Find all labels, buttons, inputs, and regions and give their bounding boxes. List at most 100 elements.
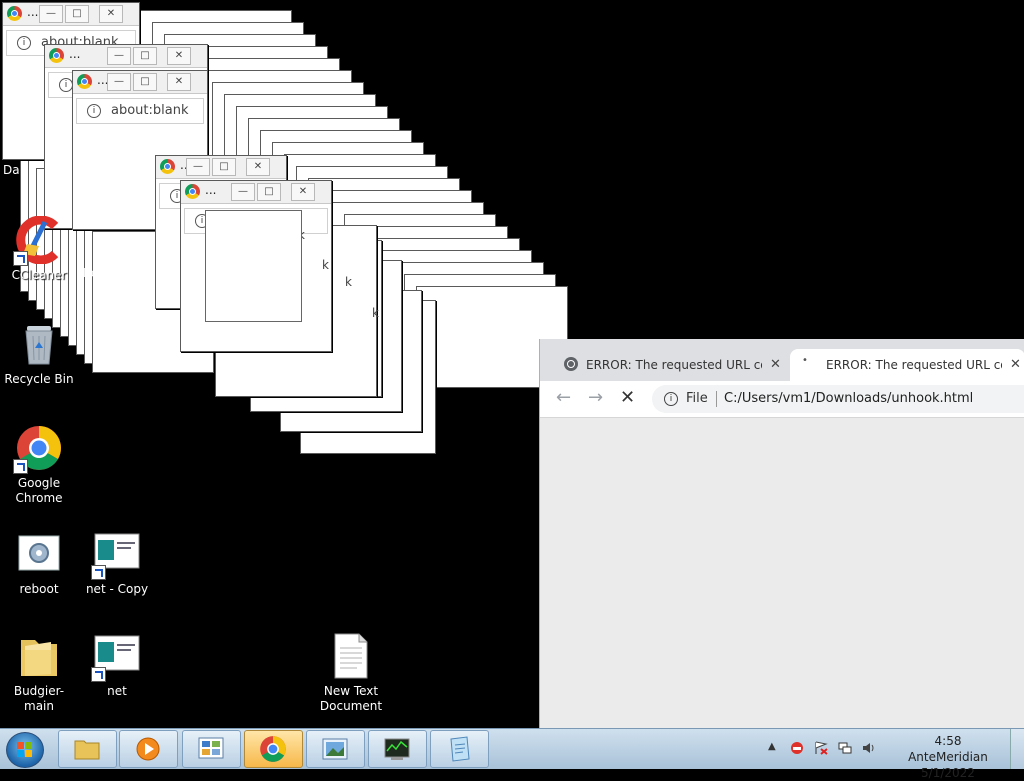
system-clock[interactable]: 4:58 AnteMeridian 5/1/2022	[896, 733, 1000, 781]
desktop-icon-net[interactable]: net	[78, 632, 156, 699]
desktop-icon-label: net	[107, 684, 127, 698]
start-button[interactable]	[6, 732, 44, 768]
windows-logo-icon	[17, 742, 33, 758]
show-hidden-icons-button[interactable]: ▲	[768, 741, 782, 755]
site-info-icon: i	[87, 104, 101, 118]
minimize-button[interactable]: —	[107, 47, 131, 65]
taskbar-button-explorer[interactable]	[58, 730, 117, 768]
blank-popup	[205, 210, 302, 322]
site-info-icon: i	[59, 78, 73, 92]
maximize-button[interactable]: □	[212, 158, 236, 176]
trail-window-titlebar: ... —□ ✕	[181, 181, 331, 204]
loading-spinner-icon: •	[802, 355, 808, 366]
reboot-icon	[15, 530, 63, 578]
minimize-button[interactable]: —	[231, 183, 255, 201]
desktop-icon-ccleaner[interactable]: CCleaner	[0, 215, 78, 283]
ccleaner-tray-icon[interactable]	[790, 741, 804, 755]
desktop-icon-net-copy[interactable]: net - Copy	[78, 530, 156, 597]
partial-address-text: k	[372, 306, 379, 320]
scheme-label: File	[686, 391, 708, 406]
close-button[interactable]: ✕	[291, 183, 315, 201]
action-center-flag-icon[interactable]	[814, 741, 828, 755]
photo-viewer-icon	[322, 738, 348, 760]
address-text: about:blank	[111, 103, 189, 118]
desktop-icon-label: CCleaner	[11, 268, 67, 282]
minimize-button[interactable]: —	[186, 158, 210, 176]
show-desktop-button[interactable]	[1010, 729, 1024, 769]
close-button[interactable]: ✕	[167, 47, 191, 65]
chrome-icon	[13, 424, 63, 474]
folder-icon	[74, 740, 100, 760]
chrome-favicon-icon	[185, 184, 200, 199]
tab-close-button[interactable]: ✕	[770, 357, 781, 372]
trail-window-title: ...	[205, 183, 217, 197]
volume-icon[interactable]	[862, 741, 876, 755]
partial-address-text: k	[345, 275, 352, 289]
close-button[interactable]: ✕	[167, 73, 191, 91]
partial-shortcut-label: Shortcut	[95, 281, 147, 295]
chrome-favicon-icon	[7, 6, 22, 21]
shortcut-arrow-icon	[91, 667, 106, 682]
address-bar[interactable]: i about:blank	[76, 98, 204, 124]
minimize-button[interactable]: —	[107, 73, 131, 91]
tab-title: ERROR: The requested URL could not be re…	[826, 358, 1002, 372]
maximize-button[interactable]: □	[65, 5, 89, 23]
task-manager-icon	[384, 738, 410, 760]
media-player-icon	[136, 737, 160, 761]
shortcut-arrow-icon	[13, 251, 28, 266]
trail-window-titlebar: ...—□✕	[73, 71, 207, 94]
tab-error-2[interactable]: • ERROR: The requested URL could not be …	[790, 349, 1024, 381]
clock-date: 5/1/2022	[921, 766, 975, 780]
taskbar-button-photo-viewer[interactable]	[306, 730, 365, 768]
network-icon[interactable]	[838, 741, 852, 755]
chrome-window: ERROR: The requested URL could not be re…	[539, 339, 1024, 728]
desktop-icon-label: New Text Document	[319, 684, 383, 713]
forward-button[interactable]: →	[588, 387, 603, 408]
clock-time: 4:58 AnteMeridian	[908, 734, 988, 764]
net-copy-icon	[91, 530, 141, 580]
taskbar-button-chrome[interactable]	[244, 730, 303, 768]
folder-icon	[15, 632, 63, 680]
recycle-bin-icon	[15, 320, 63, 368]
desktop-icon-reboot[interactable]: reboot	[0, 530, 78, 597]
taskbar-button-notepad[interactable]	[430, 730, 489, 768]
desktop-icon-new-text-document[interactable]: New Text Document	[312, 632, 390, 714]
trail-window-title: ...	[27, 5, 39, 19]
maximize-button[interactable]: □	[133, 73, 157, 91]
close-button[interactable]: ✕	[99, 5, 123, 23]
partial-recycle-shortcut[interactable]: Recycle Shortcut	[83, 266, 146, 296]
tab-strip: ERROR: The requested URL could not be re…	[540, 339, 1024, 381]
shortcut-arrow-icon	[13, 459, 28, 474]
trail-window-titlebar: ...—□ ✕	[3, 3, 139, 26]
minimize-button[interactable]: —	[39, 5, 63, 23]
address-bar[interactable]: i File C:/Users/vm1/Downloads/unhook.htm…	[652, 385, 1024, 413]
maximize-button[interactable]: □	[257, 183, 281, 201]
tab-error-1[interactable]: ERROR: The requested URL could not be re…	[540, 349, 788, 381]
desktop-icon-google-chrome[interactable]: Google Chrome	[0, 424, 78, 506]
chrome-favicon-icon	[49, 48, 64, 63]
desktop-icon-label: Budgier-main	[13, 684, 65, 713]
desktop-icon-label: Google Chrome	[15, 476, 63, 505]
url-text[interactable]: C:/Users/vm1/Downloads/unhook.html	[724, 391, 973, 406]
desktop-icon-budgier-main[interactable]: Budgier-main	[0, 632, 78, 714]
trail-window-titlebar: ...—□✕	[156, 156, 286, 179]
stop-loading-button[interactable]: ✕	[620, 387, 635, 408]
close-button[interactable]: ✕	[246, 158, 270, 176]
maximize-button[interactable]: □	[133, 47, 157, 65]
taskbar-button-control-panel[interactable]	[182, 730, 241, 768]
site-info-icon[interactable]: i	[664, 392, 678, 406]
tab-close-button[interactable]: ✕	[1010, 357, 1021, 372]
partial-recycle-label: Recycle	[83, 266, 130, 280]
desktop-icon-label: net - Copy	[85, 582, 149, 596]
shortcut-arrow-icon	[91, 565, 106, 580]
desktop-icon-recycle-bin[interactable]: Recycle Bin	[0, 320, 78, 387]
desktop-icon-label: reboot	[19, 582, 59, 596]
omnibox-separator	[716, 391, 717, 407]
desktop-icon-label: Recycle Bin	[4, 372, 74, 386]
chrome-icon	[260, 736, 286, 762]
desktop: ...—□✕iabout:blank...—□✕iabout:blank...—…	[0, 0, 1024, 728]
taskbar-button-task-manager[interactable]	[368, 730, 427, 768]
back-button[interactable]: ←	[556, 387, 571, 408]
chrome-favicon-icon	[160, 159, 175, 174]
taskbar-button-media-player[interactable]	[119, 730, 178, 768]
